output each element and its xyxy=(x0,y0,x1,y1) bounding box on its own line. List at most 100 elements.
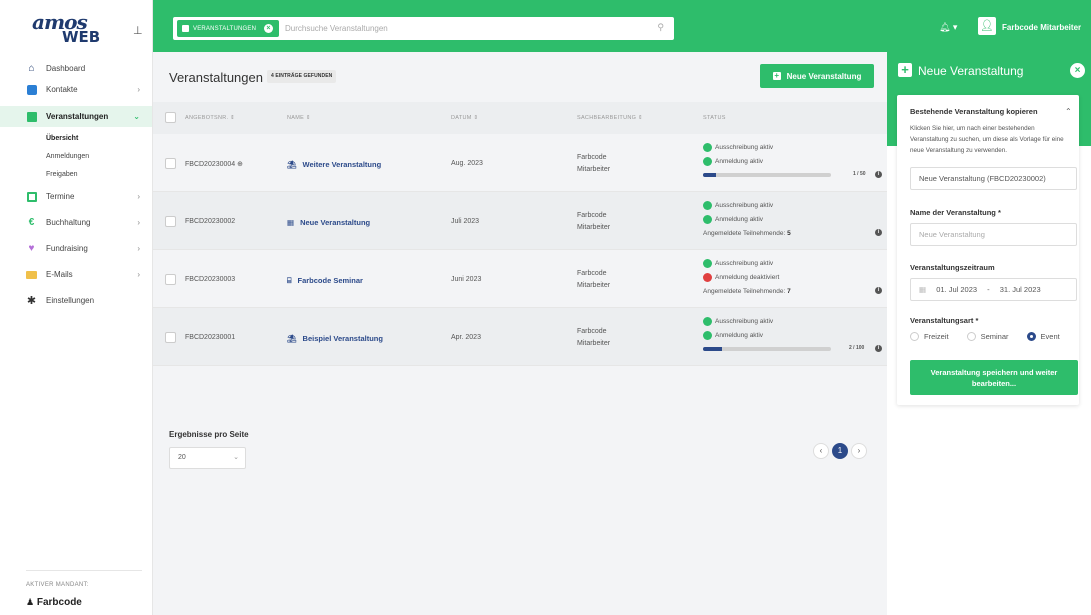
chalkboard-icon: ⌸ xyxy=(287,276,292,285)
table-row[interactable]: FBCD20230003 ⌸ Farbcode Seminar Juni 2023… xyxy=(153,250,887,308)
event-name-link[interactable]: ⌸ Farbcode Seminar xyxy=(287,276,363,286)
offer-number: FBCD20230004 ⊕ xyxy=(185,160,243,168)
event-name-field[interactable]: Neue Veranstaltung xyxy=(910,223,1077,246)
status-text: Anmeldung deaktiviert xyxy=(715,273,780,281)
sidebar-item-fundraising[interactable]: ♥ Fundraising › xyxy=(0,238,152,259)
calendar-icon xyxy=(182,25,189,32)
save-and-edit-button[interactable]: Veranstaltung speichern und weiter bearb… xyxy=(910,360,1078,395)
event-name-link[interactable]: ⛱ Weitere Veranstaltung xyxy=(287,160,381,169)
event-name-link[interactable]: ▦ Neue Veranstaltung xyxy=(287,218,370,227)
amos-web-logo[interactable]: amos WEB xyxy=(26,8,116,46)
info-icon[interactable]: i xyxy=(875,229,882,236)
sidebar-item-label: E-Mails xyxy=(46,270,73,279)
row-checkbox[interactable] xyxy=(165,158,176,169)
event-name: Farbcode Seminar xyxy=(297,276,363,285)
clear-scope-icon[interactable]: × xyxy=(264,24,273,33)
staff: Farbcode Mitarbeiter xyxy=(577,326,610,350)
sidebar-item-label: Termine xyxy=(46,192,75,201)
column-header-date[interactable]: DATUM ⇕ xyxy=(451,115,478,121)
status-active-dot xyxy=(703,142,712,152)
row-checkbox[interactable] xyxy=(165,332,176,343)
calendar-grid-icon xyxy=(26,191,37,202)
status-text: Anmeldung aktiv xyxy=(715,331,764,339)
new-event-panel: + Neue Veranstaltung × Bestehende Verans… xyxy=(887,52,1091,615)
info-icon[interactable]: i xyxy=(875,345,882,352)
subnav-item-anmeldungen[interactable]: Anmeldungen xyxy=(46,149,152,164)
info-icon[interactable]: i xyxy=(875,171,882,178)
row-checkbox[interactable] xyxy=(165,274,176,285)
sidebar-item-veranstaltungen[interactable]: Veranstaltungen ⌄ xyxy=(0,106,152,127)
subnav-item-freigaben[interactable]: Freigaben xyxy=(46,167,152,182)
search-input[interactable] xyxy=(285,20,645,37)
sidebar-subnav: Übersicht Anmeldungen Freigaben xyxy=(0,131,152,182)
row-checkbox[interactable] xyxy=(165,216,176,227)
radio-freizeit[interactable] xyxy=(910,332,919,341)
notification-bell-icon[interactable]: 🔔︎ ▾ xyxy=(939,22,957,33)
event-name-link[interactable]: ⛱ Beispiel Veranstaltung xyxy=(287,334,383,343)
column-header-name[interactable]: NAME ⇕ xyxy=(287,115,311,121)
period-separator: - xyxy=(987,285,990,294)
close-icon[interactable]: × xyxy=(1070,63,1085,78)
main-content: Veranstaltungen 4 EINTRÄGE GEFUNDEN + Ne… xyxy=(153,52,887,615)
gear-icon: ✱ xyxy=(26,295,37,307)
chevron-up-icon[interactable]: ⌃ xyxy=(1065,107,1072,116)
progress-label: 2 / 100 xyxy=(849,345,865,351)
sidebar-item-dashboard[interactable]: ⌂ Dashboard xyxy=(0,58,152,79)
sidebar: amos WEB ⊥ ⌂ Dashboard Kontakte › Verans… xyxy=(0,0,153,615)
period-to: 31. Jul 2023 xyxy=(999,285,1041,294)
copy-section-description: Klicken Sie hier, um nach einer bestehen… xyxy=(910,125,1064,154)
sidebar-item-emails[interactable]: E-Mails › xyxy=(0,264,152,285)
radio-label: Seminar xyxy=(980,332,1009,341)
active-client-name[interactable]: ♟ Farbcode xyxy=(26,597,82,608)
sidebar-item-termine[interactable]: Termine › xyxy=(0,186,152,207)
user-name[interactable]: Farbcode Mitarbeiter xyxy=(1002,23,1081,32)
radio-event[interactable] xyxy=(1026,332,1036,341)
radio-seminar[interactable] xyxy=(966,332,976,341)
status-active-dot xyxy=(703,200,712,210)
event-period-field[interactable]: ▦ 01. Jul 2023 - 31. Jul 2023 xyxy=(910,278,1077,301)
sidebar-item-kontakte[interactable]: Kontakte › xyxy=(0,79,152,100)
sidebar-item-einstellungen[interactable]: ✱ Einstellungen xyxy=(0,290,152,311)
copy-section-heading[interactable]: Bestehende Veranstaltung kopieren xyxy=(910,107,1038,116)
table-row[interactable]: FBCD20230001 ⛱ Beispiel Veranstaltung Apr… xyxy=(153,308,887,366)
sidebar-item-label: Fundraising xyxy=(46,244,88,253)
table-row[interactable]: FBCD20230002 ▦ Neue Veranstaltung Juli 20… xyxy=(153,192,887,250)
pin-icon[interactable]: ⊥ xyxy=(133,24,143,37)
divider xyxy=(26,570,142,571)
status-text: Anmeldung aktiv xyxy=(715,157,764,165)
select-all-checkbox[interactable] xyxy=(165,112,176,123)
search-scope-chip[interactable]: VERANSTALTUNGEN × xyxy=(177,20,279,37)
chevron-right-icon: › xyxy=(137,192,140,201)
user-icon[interactable]: 👤︎ xyxy=(978,17,996,35)
participants-count: 7 xyxy=(787,287,791,295)
donation-hand-icon: ♥ xyxy=(28,243,35,254)
offer-number: FBCD20230001 xyxy=(185,334,236,341)
next-page-button[interactable]: › xyxy=(851,443,867,459)
event-type-group: Freizeit Seminar Event xyxy=(910,332,1060,341)
prev-page-button[interactable]: ‹ xyxy=(813,443,829,459)
results-per-page-select[interactable]: 20 ⌄ xyxy=(169,447,246,469)
calendar-icon: ▦ xyxy=(287,218,295,227)
staff-line1: Farbcode xyxy=(577,212,607,219)
event-period-label: Veranstaltungszeitraum xyxy=(910,263,995,272)
column-header-staff[interactable]: SACHBEARBEITUNG ⇕ xyxy=(577,115,643,121)
page-button[interactable]: 1 xyxy=(832,443,848,459)
active-client-value: Farbcode xyxy=(36,597,82,608)
copy-event-select[interactable]: Neue Veranstaltung (FBCD20230002) xyxy=(910,167,1077,190)
staff-line1: Farbcode xyxy=(577,328,607,335)
pagination: ‹ 1 › xyxy=(813,443,867,459)
status-cell: Ausschreibung aktiv Anmeldung aktiv 1 / … xyxy=(703,140,883,182)
table-row[interactable]: FBCD20230004 ⊕ ⛱ Weitere Veranstaltung Au… xyxy=(153,134,887,192)
info-icon[interactable]: i xyxy=(875,287,882,294)
column-header-number[interactable]: ANGEBOTSNR. ⇕ xyxy=(185,115,235,121)
new-event-button[interactable]: + Neue Veranstaltung xyxy=(760,64,874,88)
subnav-item-uebersicht[interactable]: Übersicht xyxy=(46,131,152,146)
staff-line1: Farbcode xyxy=(577,154,607,161)
status-active-dot xyxy=(703,214,712,224)
staff-line1: Farbcode xyxy=(577,270,607,277)
new-event-button-label: Neue Veranstaltung xyxy=(786,71,862,81)
staff: Farbcode Mitarbeiter xyxy=(577,268,610,292)
sidebar-item-buchhaltung[interactable]: € Buchhaltung › xyxy=(0,212,152,233)
search-bar: VERANSTALTUNGEN × ⚲ xyxy=(173,17,674,40)
search-icon[interactable]: ⚲ xyxy=(657,22,664,33)
